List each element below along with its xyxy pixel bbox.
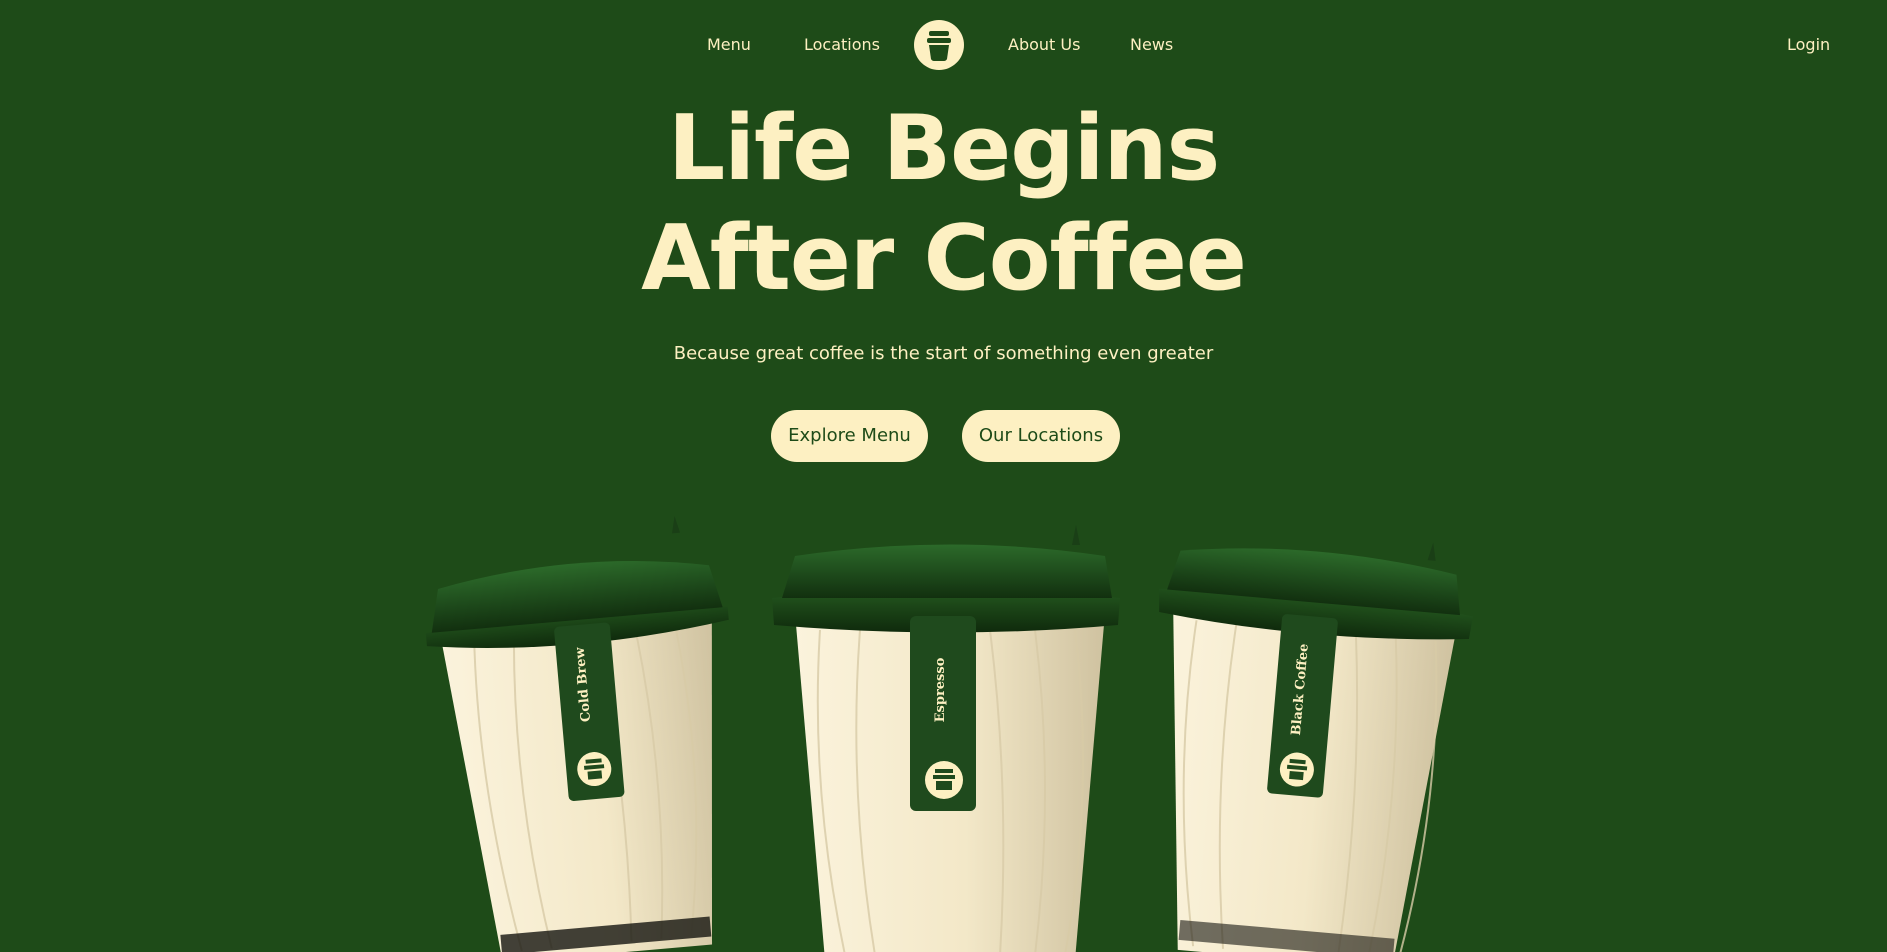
cup-label-espresso: Espresso bbox=[933, 657, 948, 722]
page: Menu Locations About Us News Login Life … bbox=[0, 0, 1887, 952]
coffee-cups-illustration: Cold Brew Espresso Black Coffee bbox=[425, 516, 1473, 952]
cup-espresso: Espresso bbox=[772, 525, 1120, 952]
cup-logo-icon bbox=[925, 761, 963, 799]
cup-cold-brew: Cold Brew bbox=[425, 516, 729, 952]
cup-black-coffee: Black Coffee bbox=[1159, 542, 1473, 952]
